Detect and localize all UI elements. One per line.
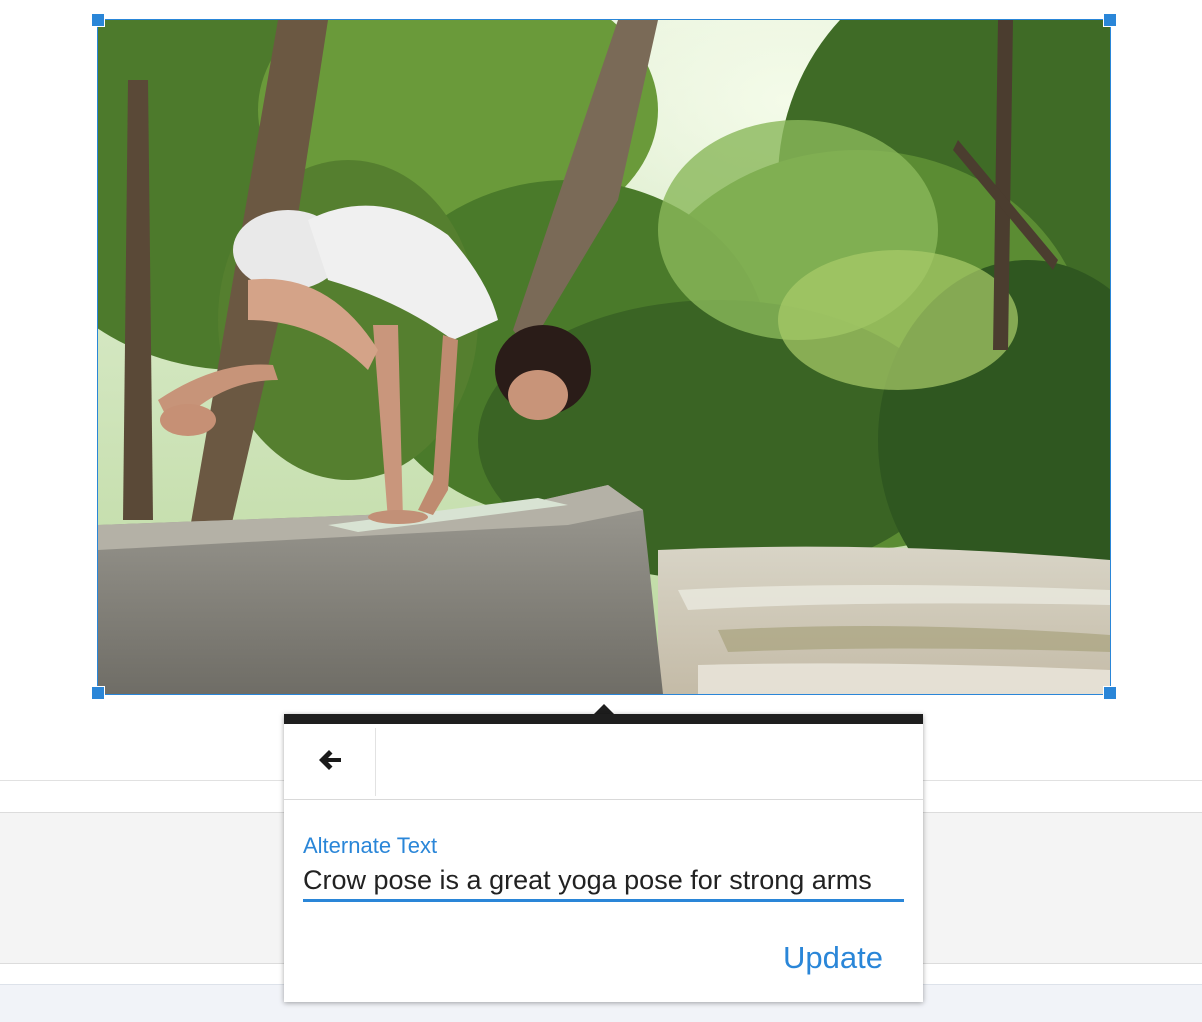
alt-text-label: Alternate Text (303, 833, 438, 858)
yoga-photo (98, 20, 1110, 694)
alt-text-popover: Alternate Text Update (284, 714, 923, 1002)
resize-handle-top-right[interactable] (1103, 13, 1117, 27)
popover-arrow (594, 704, 614, 714)
popover-toolbar (284, 724, 923, 800)
resize-handle-bottom-right[interactable] (1103, 686, 1117, 700)
update-button[interactable]: Update (783, 938, 883, 978)
selected-image[interactable] (97, 19, 1111, 695)
resize-handle-top-left[interactable] (91, 13, 105, 27)
arrow-left-icon (317, 747, 343, 778)
alt-text-input[interactable] (303, 862, 904, 902)
resize-handle-bottom-left[interactable] (91, 686, 105, 700)
editor-page: Alternate Text Update (0, 0, 1202, 1022)
back-button[interactable] (284, 728, 376, 796)
